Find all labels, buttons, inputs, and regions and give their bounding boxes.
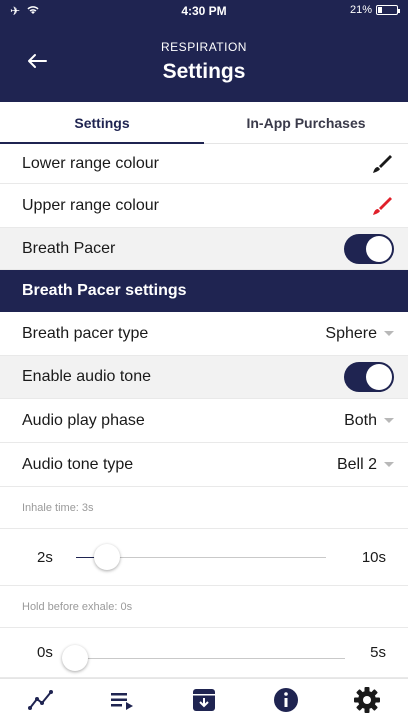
nav-item-graph[interactable]: [0, 679, 82, 720]
enable-audio-tone-label: Enable audio tone: [22, 368, 151, 385]
audio-play-phase-row[interactable]: Audio play phase Both: [0, 399, 408, 443]
chevron-down-icon: [384, 462, 394, 467]
upper-range-colour-label: Upper range colour: [22, 196, 159, 214]
inhale-min-label: 2s: [37, 548, 53, 566]
audio-tone-type-label: Audio tone type: [22, 455, 134, 473]
hold-min-label: 0s: [37, 644, 53, 661]
enable-audio-tone-row: Enable audio tone: [0, 356, 408, 399]
chart-icon: [27, 689, 53, 710]
audio-tone-type-value: Bell 2: [336, 455, 377, 473]
upper-range-colour-row[interactable]: Upper range colour: [0, 184, 408, 228]
breath-pacer-type-value: Sphere: [325, 324, 377, 342]
hold-slider-row: 0s 5s: [0, 628, 408, 678]
breath-pacer-type-row[interactable]: Breath pacer type Sphere: [0, 312, 408, 356]
hold-before-exhale-caption: Hold before exhale: 0s: [0, 586, 408, 628]
battery-percent: 21%: [349, 4, 372, 16]
tab-settings[interactable]: Settings: [0, 102, 204, 144]
breath-pacer-row: Breath Pacer: [0, 228, 408, 270]
section-header: Breath Pacer settings: [0, 270, 408, 312]
breath-pacer-toggle[interactable]: [344, 233, 394, 264]
nav-item-info[interactable]: [245, 679, 327, 720]
breath-pacer-type-select[interactable]: Sphere: [325, 325, 394, 343]
header: RESPIRATION Settings: [0, 22, 408, 102]
bottom-nav: [0, 678, 408, 720]
hold-slider-thumb[interactable]: [62, 645, 88, 671]
tab-bar: Settings In-App Purchases: [0, 102, 408, 144]
hold-slider[interactable]: [62, 645, 345, 671]
page-title: Settings: [162, 60, 246, 83]
audio-tone-type-row[interactable]: Audio tone type Bell 2: [0, 443, 408, 487]
inhale-slider-row: 2s 10s: [0, 529, 408, 586]
inhale-max-label: 10s: [361, 548, 386, 566]
audio-play-phase-select[interactable]: Both: [344, 412, 394, 430]
audio-tone-toggle[interactable]: [344, 362, 394, 392]
paint-brush-icon[interactable]: [370, 194, 394, 218]
hold-max-label: 5s: [370, 644, 386, 661]
chevron-down-icon: [384, 331, 394, 336]
info-icon: [273, 687, 298, 712]
status-bar: ✈ 4:30 PM 21%: [0, 0, 408, 22]
chevron-down-icon: [384, 418, 394, 423]
breath-pacer-type-label: Breath pacer type: [22, 324, 149, 342]
battery-icon: [376, 5, 400, 15]
battery-status: 21%: [349, 4, 400, 16]
inhale-slider[interactable]: [76, 544, 326, 570]
lower-range-colour-label: Lower range colour: [22, 154, 159, 172]
gear-icon: [354, 686, 381, 713]
header-subtitle: RESPIRATION: [161, 40, 247, 54]
audio-play-phase-value: Both: [344, 411, 377, 429]
nav-item-settings[interactable]: [326, 679, 408, 720]
archive-icon: [192, 688, 215, 711]
status-time: 4:30 PM: [181, 4, 227, 18]
paint-brush-icon[interactable]: [370, 152, 394, 176]
breath-pacer-label: Breath Pacer: [22, 239, 116, 257]
nav-item-playlist[interactable]: [82, 679, 164, 720]
nav-item-archive[interactable]: [163, 679, 245, 720]
lower-range-colour-row[interactable]: Lower range colour: [0, 144, 408, 184]
audio-tone-type-select[interactable]: Bell 2: [337, 456, 394, 474]
inhale-time-caption: Inhale time: 3s: [0, 487, 408, 529]
inhale-slider-thumb[interactable]: [94, 544, 120, 570]
tab-in-app-purchases[interactable]: In-App Purchases: [204, 102, 408, 143]
playlist-icon: [111, 692, 134, 710]
audio-play-phase-label: Audio play phase: [22, 411, 145, 429]
